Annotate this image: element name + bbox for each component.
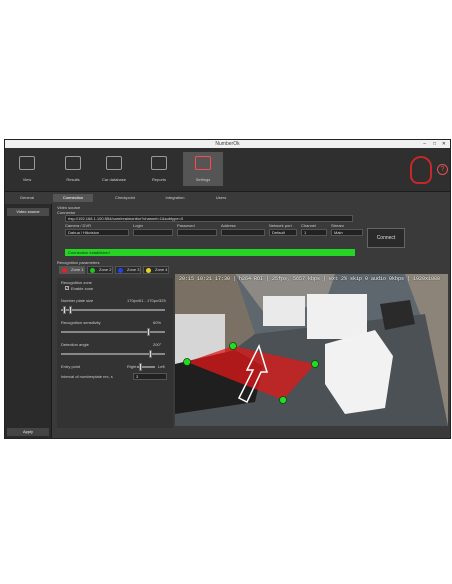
entry-point-toggle[interactable] (137, 363, 155, 371)
zone-1-label: Zone 1 (71, 267, 84, 272)
tab-connection[interactable]: Connection (53, 194, 93, 202)
recognition-zone-title: Recognition zone (61, 280, 92, 285)
settings-tabs: General Connection Checkpoint Integratio… (5, 193, 450, 202)
view-button-label: View (22, 177, 32, 182)
zone-4-label: Zone 4 (155, 267, 168, 272)
zone-corner-handle[interactable] (183, 358, 191, 366)
zone-2-button[interactable]: Zone 2 (87, 266, 113, 274)
interval-spinbox[interactable]: 3 (133, 373, 167, 380)
apply-button[interactable]: Apply (7, 428, 49, 436)
entry-point-label: Entry point (61, 364, 81, 369)
camera-preview[interactable]: 20:15 10:21 17:30 | h264 ROI | 25fps, 56… (175, 274, 448, 426)
ribbon-toolbar: View Results Car database Reports Settin… (5, 148, 450, 192)
network-port-select[interactable]: Default (269, 229, 297, 236)
plate-size-max-handle[interactable] (69, 306, 72, 314)
interval-label: Interval of numberplate rec, s (61, 374, 113, 379)
fingerprint-logo-icon (410, 156, 432, 184)
connection-status-bar: Connection established (65, 249, 355, 256)
plate-size-slider[interactable] (61, 306, 165, 314)
sensitivity-label: Recognition sensitivity (61, 320, 101, 325)
settings-button-label: Settings (195, 177, 211, 182)
plate-size-label: Number plate size (61, 298, 94, 303)
sidebar-item-video-source[interactable]: Video source (7, 208, 49, 216)
app-window: NumberOk – □ ✕ View Results Car database… (4, 139, 451, 439)
tab-integration[interactable]: Integration (155, 194, 195, 202)
detection-angle-slider[interactable] (61, 350, 165, 358)
sidebar: Video source Apply (5, 204, 52, 438)
reports-button-label: Reports (151, 177, 166, 182)
detection-angle-label: Detection angle (61, 342, 89, 347)
login-header: Login (133, 223, 143, 228)
connection-panel: Video source Connector rtsp://192.168.1.… (53, 204, 450, 438)
maximize-button[interactable]: □ (433, 141, 436, 147)
connect-button[interactable]: Connect (367, 228, 405, 248)
camera-header: Camera / DVR (65, 223, 92, 228)
password-field[interactable] (177, 229, 217, 236)
stream-select[interactable]: Main (331, 229, 363, 236)
rtsp-url-field[interactable]: rtsp://192.168.1.100:554/cam/realmonitor… (65, 215, 353, 222)
address-header: Address (221, 223, 236, 228)
car-database-button-label: Car database (101, 177, 126, 182)
enable-zone-label: Enable zone (71, 286, 94, 291)
car-list-icon (65, 156, 81, 170)
network-port-header: Network port (269, 223, 292, 228)
reports-button[interactable]: Reports (139, 152, 179, 186)
plate-size-min-handle[interactable] (63, 306, 66, 314)
detection-angle-value: 200° (153, 342, 162, 347)
tab-general[interactable]: General (7, 194, 47, 202)
zone-corner-handle[interactable] (279, 396, 287, 404)
sensitivity-value: 60% (153, 320, 162, 325)
sensitivity-handle[interactable] (147, 328, 150, 336)
recognition-zone-overlay[interactable] (175, 274, 448, 426)
settings-button[interactable]: Settings (183, 152, 223, 186)
report-icon (151, 156, 167, 170)
tab-checkpoint[interactable]: Checkpoint (105, 194, 145, 202)
zone-3-button[interactable]: Zone 3 (115, 266, 141, 274)
zone-corner-handle[interactable] (229, 342, 237, 350)
recognition-parameters-label: Recognition parameters (57, 260, 100, 265)
results-button[interactable]: Results (53, 152, 93, 186)
detection-angle-handle[interactable] (149, 350, 152, 358)
entry-point-handle[interactable] (139, 363, 142, 371)
zone-4-color-icon (146, 268, 151, 273)
results-button-label: Results (66, 177, 80, 182)
plate-size-value: 170px/61 - 170px/325 (127, 298, 166, 303)
zone-2-label: Zone 2 (99, 267, 112, 272)
sensitivity-slider[interactable] (61, 328, 165, 336)
channel-select[interactable]: 1 (301, 229, 327, 236)
zone-1-color-icon (62, 268, 67, 273)
zone-3-label: Zone 3 (127, 267, 140, 272)
channel-header: Channel (301, 223, 316, 228)
minimize-button[interactable]: – (423, 141, 426, 147)
password-header: Password (177, 223, 195, 228)
zone-4-button[interactable]: Zone 4 (143, 266, 169, 274)
monitor-icon (19, 156, 35, 170)
enable-zone-checkbox[interactable]: ✓ (65, 286, 69, 290)
zone-parameters-panel: Recognition zone ✓ Enable zone Number pl… (57, 278, 173, 428)
title-bar: NumberOk – □ ✕ (5, 140, 450, 148)
settings-icon (195, 156, 211, 170)
car-database-icon (106, 156, 122, 170)
login-field[interactable] (133, 229, 173, 236)
close-button[interactable]: ✕ (442, 141, 446, 147)
view-button[interactable]: View (7, 152, 47, 186)
tab-users[interactable]: Users (201, 194, 241, 202)
stream-header: Stream (331, 223, 344, 228)
camera-select[interactable]: Dahua / Hikvision (65, 229, 129, 236)
help-button[interactable]: ? (437, 164, 448, 175)
car-database-button[interactable]: Car database (94, 152, 134, 186)
entry-point-right-label: Right (127, 364, 137, 369)
zone-2-color-icon (90, 268, 95, 273)
zone-3-color-icon (118, 268, 123, 273)
zone-1-button[interactable]: Zone 1 (59, 266, 85, 274)
entry-point-left-label: Left (158, 364, 165, 369)
address-field[interactable] (221, 229, 265, 236)
zone-corner-handle[interactable] (311, 360, 319, 368)
window-title: NumberOk (215, 141, 240, 147)
